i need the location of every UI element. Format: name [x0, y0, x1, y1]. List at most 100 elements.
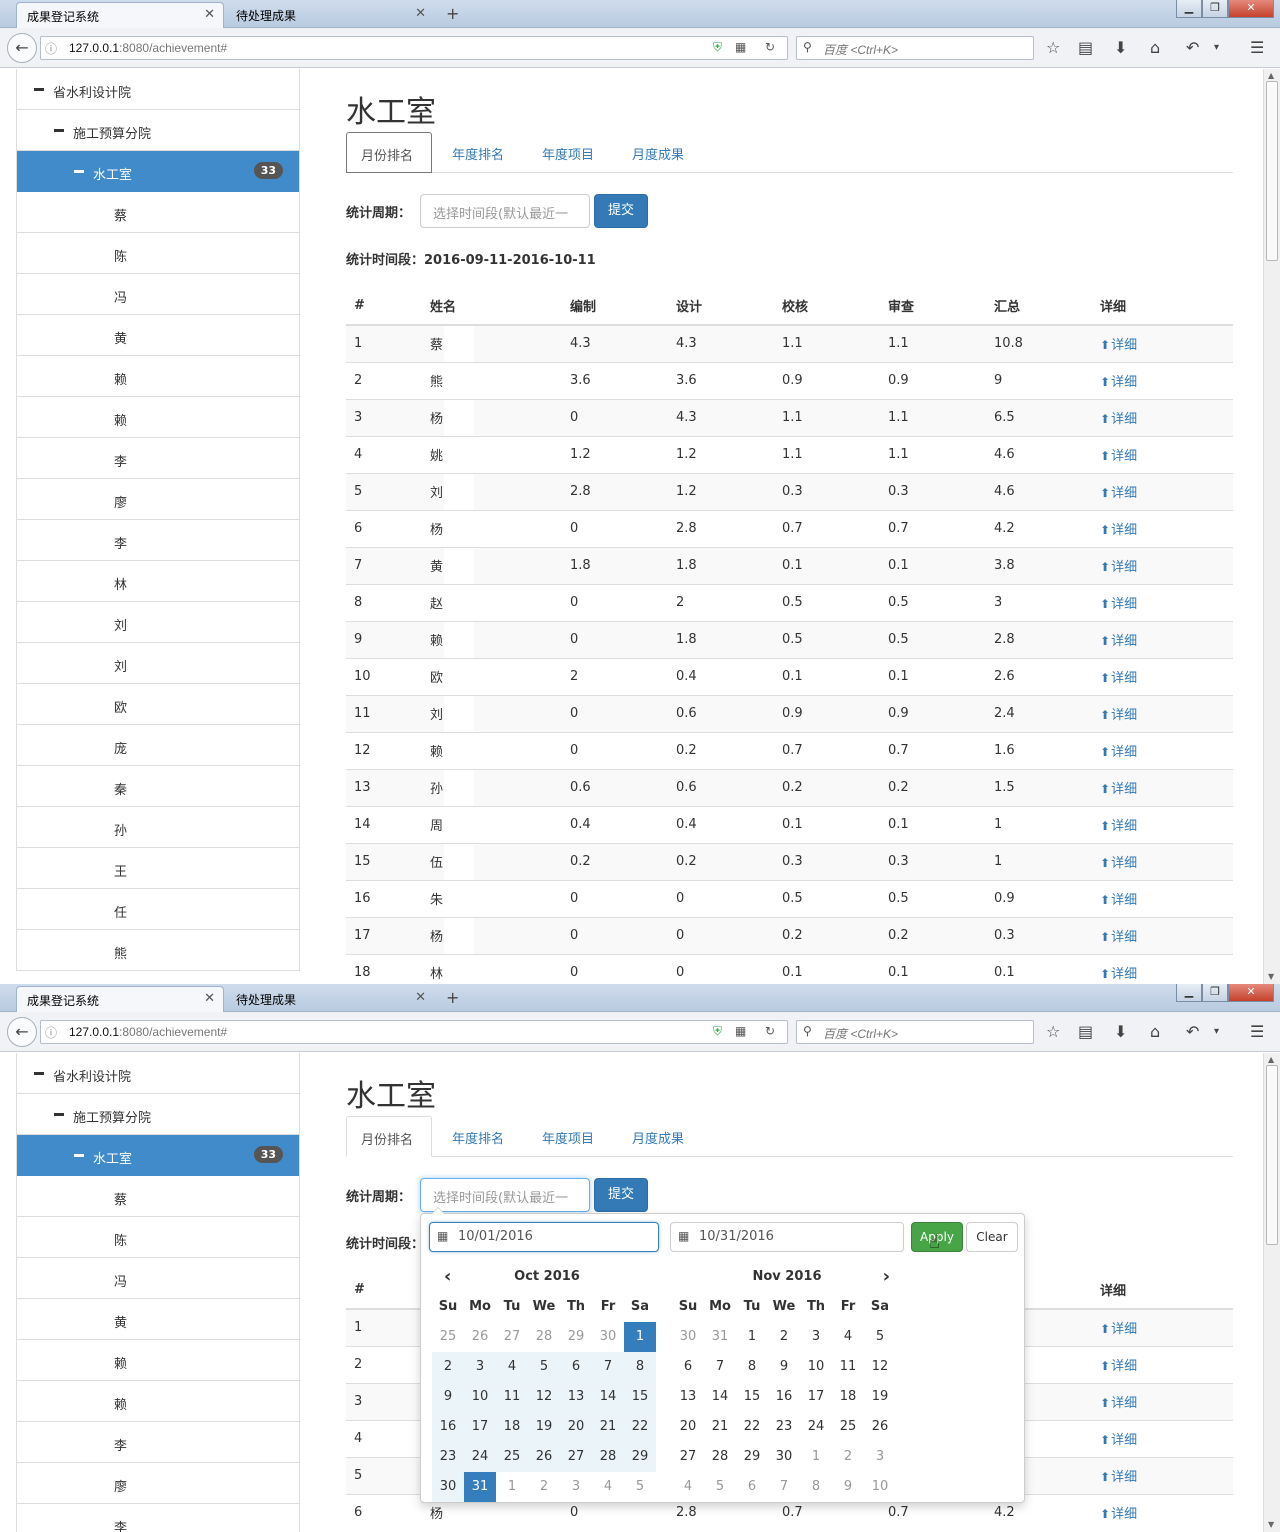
calendar-day[interactable]: 1 [624, 1322, 656, 1352]
calendar-day[interactable]: 31 [704, 1322, 736, 1352]
close-tab-icon[interactable]: ✕ [204, 991, 215, 1006]
detail-link[interactable]: ⬆详细 [1100, 856, 1137, 871]
calendar-day[interactable]: 10 [864, 1472, 896, 1502]
calendar-day[interactable]: 7 [768, 1472, 800, 1502]
tree-item-member[interactable]: 陈 [17, 1217, 299, 1258]
calendar-day[interactable]: 29 [560, 1322, 592, 1352]
tree-item-current[interactable]: 水工室 33 [17, 151, 299, 192]
browser-tab-inactive[interactable]: 待处理成果 ✕ [226, 986, 434, 1012]
calendar-day[interactable]: 23 [432, 1442, 464, 1472]
calendar-day[interactable]: 5 [624, 1472, 656, 1502]
calendar-day[interactable]: 26 [464, 1322, 496, 1352]
detail-link[interactable]: ⬆详细 [1100, 597, 1137, 612]
end-date-input[interactable]: ▦ 10/31/2016 [670, 1222, 904, 1252]
calendar-day[interactable]: 10 [464, 1382, 496, 1412]
calendar-day[interactable]: 14 [592, 1382, 624, 1412]
detail-link[interactable]: ⬆详细 [1100, 930, 1137, 945]
calendar-day[interactable]: 19 [528, 1412, 560, 1442]
calendar-day[interactable]: 3 [560, 1472, 592, 1502]
calendar-day[interactable]: 30 [672, 1322, 704, 1352]
collapse-icon[interactable] [34, 1072, 44, 1075]
collapse-icon[interactable] [74, 170, 84, 173]
calendar-day[interactable]: 2 [768, 1322, 800, 1352]
search-input[interactable]: ⚲ 百度 <Ctrl+K> [796, 36, 1034, 60]
undo-icon[interactable]: ↶ [1186, 38, 1199, 57]
tree-item-member[interactable]: 廖 [17, 1463, 299, 1504]
tree-item-current[interactable]: 水工室 33 [17, 1135, 299, 1176]
date-range-input[interactable]: 选择时间段(默认最近一 [420, 194, 590, 228]
tree-item-member[interactable]: 赖 [17, 1340, 299, 1381]
calendar-day[interactable]: 14 [704, 1382, 736, 1412]
calendar-day[interactable]: 8 [736, 1352, 768, 1382]
detail-link[interactable]: ⬆详细 [1100, 671, 1137, 686]
calendar-day[interactable]: 8 [624, 1352, 656, 1382]
tree-item-member[interactable]: 孙 [17, 807, 299, 848]
tab-yearly-projects[interactable]: 年度项目 [528, 132, 618, 173]
address-bar[interactable]: ⓘ 127.0.0.1:8080/achievement# ⛨ ▦ ↻ [40, 1020, 788, 1044]
detail-link[interactable]: ⬆详细 [1100, 1396, 1137, 1411]
calendar-day[interactable]: 3 [864, 1442, 896, 1472]
tree-item-member[interactable]: 赖 [17, 1381, 299, 1422]
window-close-icon[interactable]: ✕ [1228, 984, 1274, 1002]
calendar-day[interactable]: 6 [736, 1472, 768, 1502]
tree-item-member[interactable]: 任 [17, 889, 299, 930]
info-icon[interactable]: ⓘ [45, 40, 57, 57]
maximize-icon[interactable]: ❐ [1202, 984, 1228, 1002]
calendar-day[interactable]: 4 [592, 1472, 624, 1502]
tree-item-member[interactable]: 陈 [17, 233, 299, 274]
vertical-scrollbar[interactable]: ▲ ▼ [1263, 1053, 1280, 1532]
calendar-day[interactable]: 24 [800, 1412, 832, 1442]
calendar-day[interactable]: 30 [768, 1442, 800, 1472]
tree-item-root[interactable]: 省水利设计院 [17, 69, 299, 110]
calendar-day[interactable]: 20 [560, 1412, 592, 1442]
calendar-day[interactable]: 29 [624, 1442, 656, 1472]
calendar-day[interactable]: 27 [672, 1442, 704, 1472]
detail-link[interactable]: ⬆详细 [1100, 745, 1137, 760]
calendar-day[interactable]: 25 [432, 1322, 464, 1352]
submit-button[interactable]: 提交 [594, 194, 648, 228]
detail-link[interactable]: ⬆详细 [1100, 1433, 1137, 1448]
tree-item-member[interactable]: 李 [17, 438, 299, 479]
calendar-day[interactable]: 11 [496, 1382, 528, 1412]
clear-button[interactable]: Clear [966, 1222, 1018, 1252]
submit-button[interactable]: 提交 [594, 1178, 648, 1212]
calendar-day[interactable]: 6 [672, 1352, 704, 1382]
tree-item-member[interactable]: 林 [17, 561, 299, 602]
tree-item-member[interactable]: 庞 [17, 725, 299, 766]
calendar-day[interactable]: 7 [592, 1352, 624, 1382]
tab-yearly-projects[interactable]: 年度项目 [528, 1116, 618, 1157]
detail-link[interactable]: ⬆详细 [1100, 893, 1137, 908]
calendar-day[interactable]: 3 [800, 1322, 832, 1352]
tree-item-member[interactable]: 赖 [17, 356, 299, 397]
tree-item-member[interactable]: 刘 [17, 643, 299, 684]
detail-link[interactable]: ⬆详细 [1100, 560, 1137, 575]
detail-link[interactable]: ⬆详细 [1100, 1322, 1137, 1337]
calendar-day[interactable]: 4 [672, 1472, 704, 1502]
calendar-day[interactable]: 10 [800, 1352, 832, 1382]
search-input[interactable]: ⚲ 百度 <Ctrl+K> [796, 1020, 1034, 1044]
tab-monthly-results[interactable]: 月度成果 [618, 132, 718, 173]
scrollbar-thumb[interactable] [1266, 1065, 1278, 1245]
tree-item-member[interactable]: 欧 [17, 684, 299, 725]
calendar-day[interactable]: 23 [768, 1412, 800, 1442]
calendar-day[interactable]: 27 [560, 1442, 592, 1472]
detail-link[interactable]: ⬆详细 [1100, 523, 1137, 538]
collapse-icon[interactable] [54, 1113, 64, 1116]
tree-item-member[interactable]: 蔡 [17, 192, 299, 233]
download-icon[interactable]: ⬇ [1114, 38, 1127, 57]
detail-link[interactable]: ⬆详细 [1100, 634, 1137, 649]
shield-icon[interactable]: ⛨ [713, 40, 722, 55]
calendar-day[interactable]: 4 [832, 1322, 864, 1352]
calendar-day[interactable]: 2 [832, 1442, 864, 1472]
scroll-up-icon[interactable]: ▲ [1268, 1055, 1274, 1064]
dropdown-caret-icon[interactable]: ▾ [1214, 1026, 1219, 1037]
new-tab-icon[interactable]: + [446, 4, 459, 23]
tab-monthly-rank[interactable]: 月份排名 [346, 132, 432, 173]
browser-tab-inactive[interactable]: 待处理成果 ✕ [226, 2, 434, 28]
collapse-icon[interactable] [34, 88, 44, 91]
calendar-day[interactable]: 28 [704, 1442, 736, 1472]
calendar-day[interactable]: 1 [496, 1472, 528, 1502]
calendar-day[interactable]: 15 [736, 1382, 768, 1412]
tree-item-member[interactable]: 黄 [17, 315, 299, 356]
reload-icon[interactable]: ↻ [765, 1024, 775, 1038]
